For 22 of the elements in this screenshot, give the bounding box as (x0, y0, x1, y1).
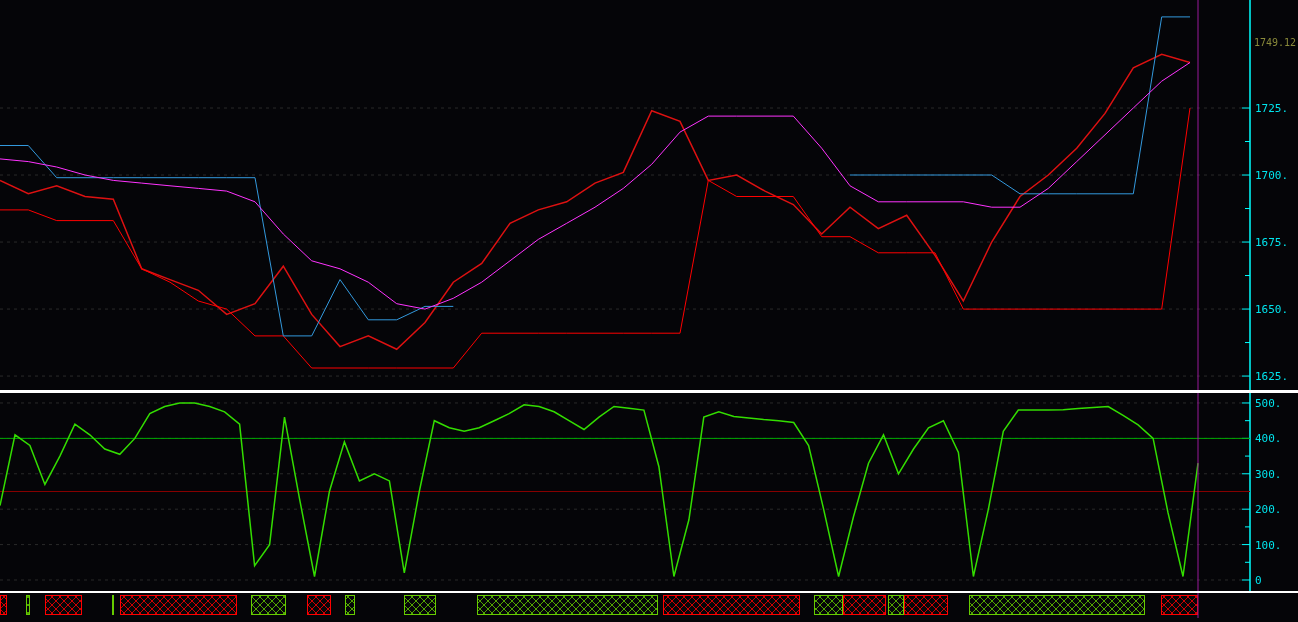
axis-tick (1241, 174, 1251, 176)
axis-tick (1241, 508, 1251, 510)
axis-tick (1241, 375, 1251, 377)
axis-label: 1725. (1255, 102, 1289, 115)
axis-tick (1241, 107, 1251, 109)
current-price-label: 1749.12 (1254, 37, 1297, 48)
axis-tick (1241, 473, 1251, 475)
axis-label: 1625. (1255, 370, 1289, 384)
axis-label: 100. (1255, 538, 1282, 552)
axis-tick (1241, 241, 1251, 243)
axis-label: 300. (1255, 467, 1282, 481)
axis-label: 0 (1255, 574, 1262, 587)
axis-label: 400. (1255, 432, 1282, 446)
axis-label: 1700. (1255, 169, 1289, 183)
axis-tick (1241, 308, 1251, 310)
axis-label: 500. (1255, 397, 1282, 410)
axis-tick (1241, 402, 1251, 404)
axis-tick (1241, 579, 1251, 581)
axis-label: 1650. (1255, 303, 1289, 317)
axis-label: 200. (1255, 503, 1282, 517)
axis-tick (1241, 544, 1251, 546)
axis-label: 1675. (1255, 236, 1289, 250)
